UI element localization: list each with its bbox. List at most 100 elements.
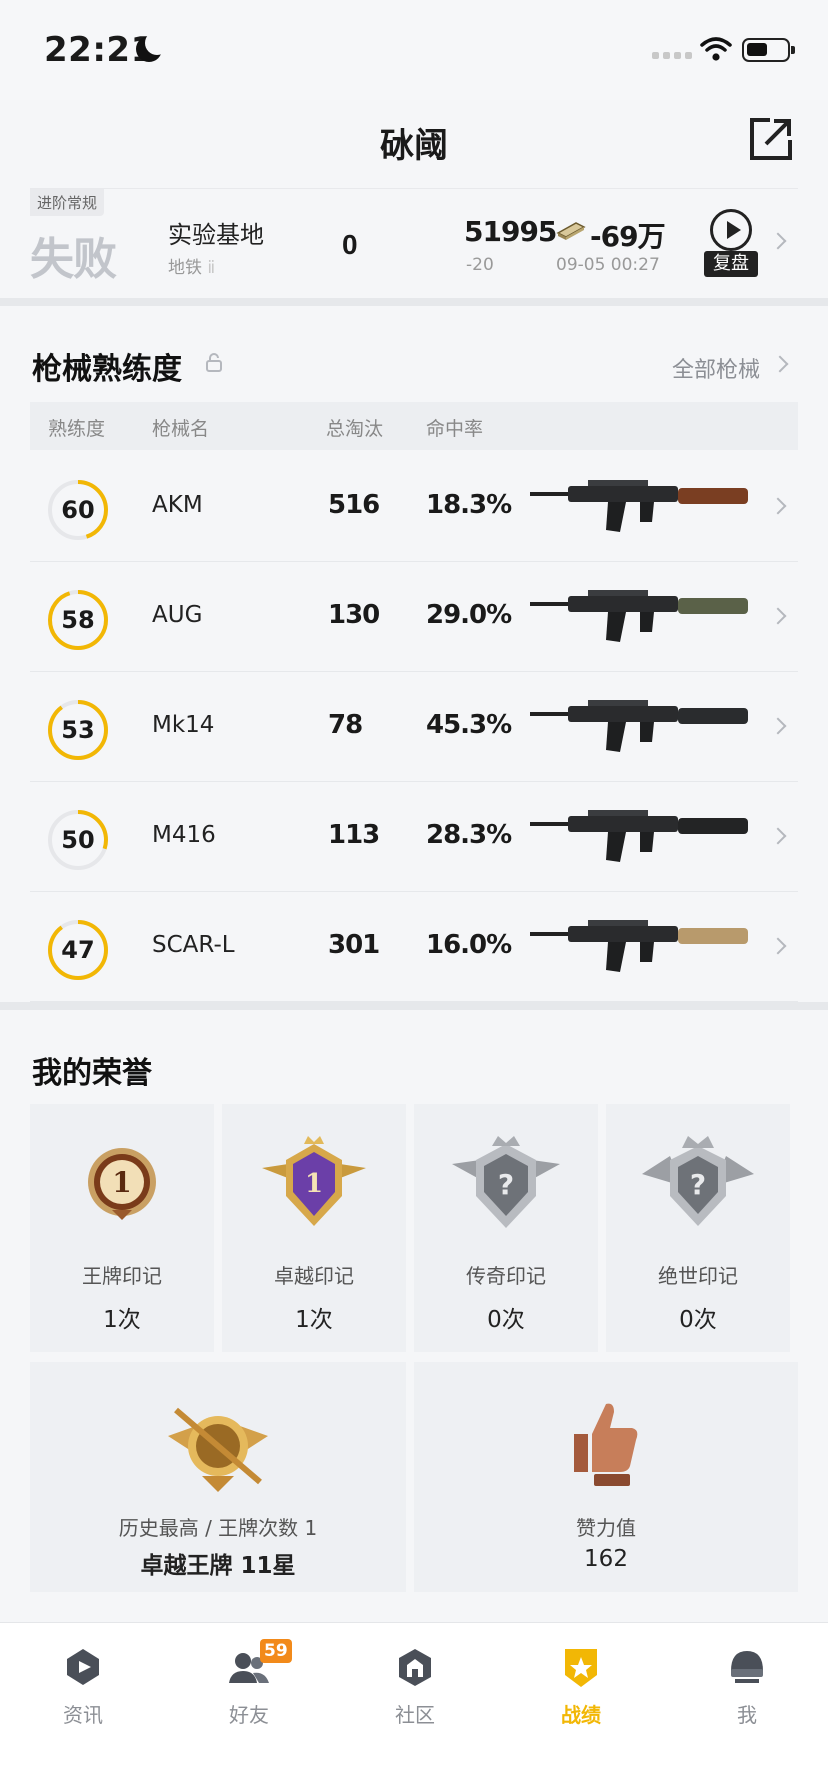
map-sub: 地铁 ⅱ: [168, 258, 216, 278]
chevron-right-icon: [769, 827, 787, 845]
honor-label: 绝世印记: [658, 1264, 738, 1288]
proficiency-level: 47: [61, 936, 95, 964]
tab-label: 资讯: [63, 1703, 103, 1727]
likes-value: 162: [584, 1546, 628, 1572]
gun-total-kills: 516: [328, 490, 380, 520]
all-guns-link[interactable]: 全部枪械: [672, 352, 760, 384]
gun-row[interactable]: 58 AUG 130 29.0%: [30, 562, 798, 672]
honors-section-title: 我的荣誉: [32, 1056, 152, 1091]
proficiency-level: 50: [61, 826, 95, 854]
unlock-icon[interactable]: [206, 352, 222, 372]
legend-mark-icon: ?: [452, 1136, 560, 1228]
column-proficiency: 熟练度: [48, 418, 106, 440]
moon-icon: [136, 31, 169, 62]
community-icon: [399, 1649, 431, 1686]
tab-community[interactable]: 社区: [332, 1623, 498, 1733]
gun-total-kills: 78: [328, 710, 363, 740]
gun-row[interactable]: 60 AKM 516 18.3%: [30, 452, 798, 562]
honor-card-legend[interactable]: ? 传奇印记 0次: [414, 1104, 598, 1352]
news-icon: [67, 1649, 99, 1685]
replay-label: 复盘: [704, 251, 758, 277]
gun-name: M416: [152, 822, 216, 848]
proficiency-level: 53: [61, 716, 95, 744]
thumbs-up-icon: [574, 1403, 638, 1486]
honor-card-peerless[interactable]: ? 绝世印记 0次: [606, 1104, 790, 1352]
column-total-kills: 总淘汰: [326, 418, 384, 440]
money-change: -69万: [590, 220, 666, 253]
chevron-right-icon: [769, 497, 787, 515]
honor-label: 传奇印记: [466, 1264, 546, 1288]
gun-accuracy: 28.3%: [426, 820, 512, 850]
status-bar: 22:21: [0, 0, 828, 100]
honor-value: 1次: [295, 1307, 333, 1333]
gun-name: Mk14: [152, 712, 215, 738]
rating-change: -20: [466, 255, 494, 275]
highest-rank-value: 卓越王牌 11星: [140, 1553, 296, 1579]
gun-row[interactable]: 47 SCAR-L 301 16.0%: [30, 892, 798, 1002]
tab-label: 我: [737, 1703, 757, 1727]
me-icon: [731, 1651, 763, 1683]
gun-accuracy: 18.3%: [426, 490, 512, 520]
chevron-right-icon: [769, 937, 787, 955]
section-divider: [0, 1002, 828, 1010]
honor-value: 0次: [487, 1307, 525, 1333]
gun-total-kills: 130: [328, 600, 380, 630]
likes-card[interactable]: 赞力值 162: [414, 1362, 798, 1592]
gun-image: [530, 700, 748, 752]
svg-text:?: ?: [690, 1168, 706, 1201]
tab-friends[interactable]: 59 好友: [166, 1623, 332, 1733]
likes-label: 赞力值: [576, 1516, 636, 1540]
tab-me[interactable]: 我: [664, 1623, 828, 1733]
play-icon: [710, 209, 752, 251]
ace-mark-icon: 1: [88, 1148, 156, 1220]
tab-label: 好友: [229, 1703, 269, 1727]
highest-rank-card[interactable]: 历史最高 / 王牌次数 1 卓越王牌 11星: [30, 1362, 406, 1592]
map-name: 实验基地: [168, 221, 264, 249]
section-divider: [0, 298, 828, 306]
gun-image: [530, 810, 748, 862]
gun-accuracy: 29.0%: [426, 600, 512, 630]
gun-row[interactable]: 53 Mk14 78 45.3%: [30, 672, 798, 782]
tab-label: 战绩: [561, 1703, 601, 1727]
gun-row[interactable]: 50 M416 113 28.3%: [30, 782, 798, 892]
gun-name: AKM: [152, 492, 203, 518]
tab-news[interactable]: 资讯: [0, 1623, 166, 1733]
match-time: 09-05 00:27: [556, 255, 660, 275]
tab-record[interactable]: 战绩: [498, 1623, 664, 1733]
honor-label: 王牌印记: [82, 1264, 162, 1288]
weapons-table-header: 熟练度 枪械名 总淘汰 命中率: [30, 402, 798, 450]
gun-accuracy: 16.0%: [426, 930, 512, 960]
column-accuracy: 命中率: [426, 418, 484, 440]
gun-total-kills: 113: [328, 820, 380, 850]
page-title: 砅阈: [380, 126, 448, 166]
friends-count-badge: 59: [260, 1639, 292, 1663]
gun-image: [530, 590, 748, 642]
match-result: 失败: [30, 234, 117, 285]
share-icon[interactable]: [748, 116, 794, 162]
chevron-right-icon: [769, 232, 787, 250]
record-icon: [565, 1649, 597, 1687]
honor-card-ace[interactable]: 1 王牌印记 1次: [30, 1104, 214, 1352]
honor-value: 1次: [103, 1307, 141, 1333]
team-icon: ⅱ: [207, 258, 216, 278]
gun-accuracy: 45.3%: [426, 710, 512, 740]
honor-card-excellence[interactable]: 1 卓越印记 1次: [222, 1104, 406, 1352]
chevron-right-icon[interactable]: [771, 355, 789, 373]
honor-value: 0次: [679, 1307, 717, 1333]
svg-text:1: 1: [112, 1166, 131, 1199]
gun-total-kills: 301: [328, 930, 380, 960]
peerless-mark-icon: ?: [642, 1136, 754, 1226]
highest-rank-label: 历史最高 / 王牌次数 1: [118, 1516, 318, 1540]
excellence-mark-icon: 1: [262, 1136, 366, 1226]
mode-tag: 进阶常规: [30, 189, 105, 216]
weapons-section-title: 枪械熟练度: [32, 352, 182, 387]
svg-text:1: 1: [305, 1169, 323, 1199]
money-stack-icon: [556, 222, 586, 240]
chevron-right-icon: [769, 607, 787, 625]
gun-name: SCAR-L: [152, 932, 235, 958]
replay-button[interactable]: 复盘: [704, 209, 760, 277]
chevron-right-icon: [769, 717, 787, 735]
svg-text:?: ?: [498, 1168, 514, 1201]
recent-match-row[interactable]: 进阶常规 失败 实验基地 地铁 ⅱ 0 51995 -20 -69万 09-05…: [30, 188, 798, 294]
rating-score: 51995: [464, 215, 557, 248]
